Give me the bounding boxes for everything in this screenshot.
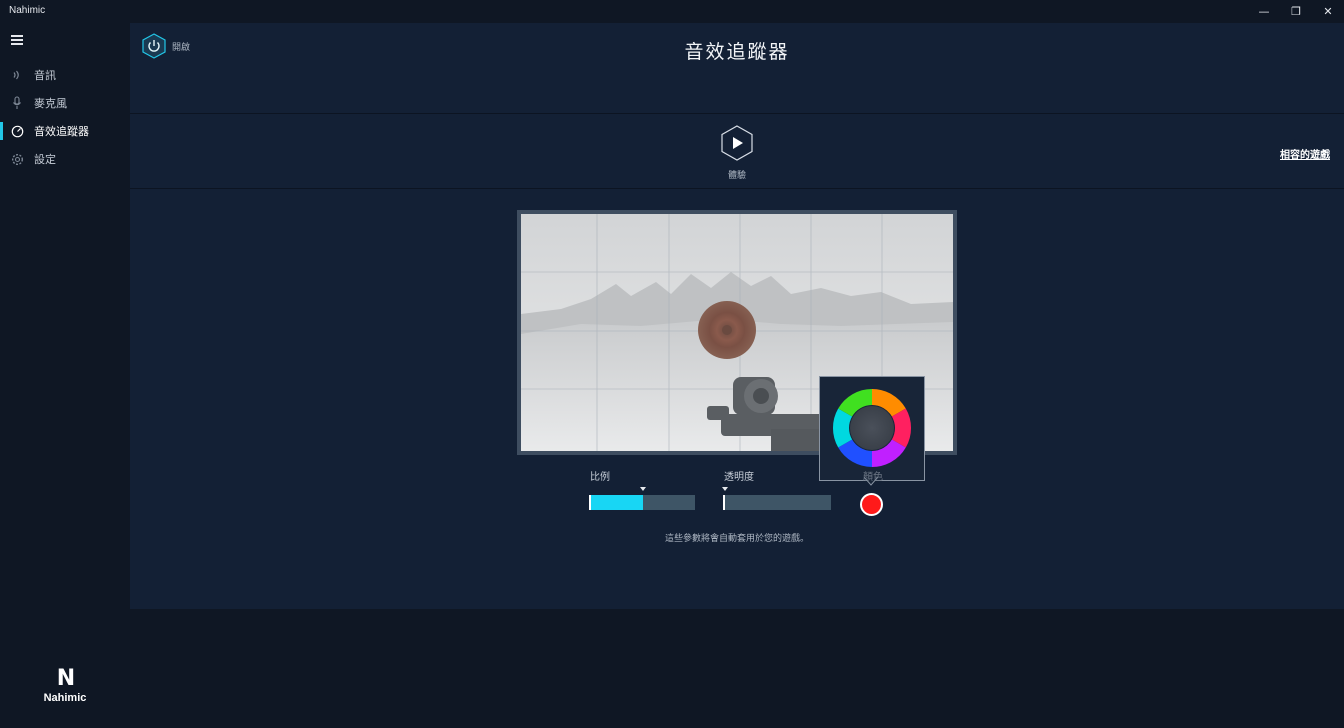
restore-icon: ❐	[1291, 5, 1301, 18]
sidebar: 音訊 麥克風 音效追蹤器 設定 N Nahimic	[0, 23, 129, 728]
sidebar-item-sound-tracker[interactable]: 音效追蹤器	[0, 119, 129, 143]
close-button[interactable]: ✕	[1311, 0, 1344, 23]
sidebar-item-label: 麥克風	[34, 97, 67, 110]
title-bar: Nahimic — ❐ ✕	[0, 0, 1344, 23]
bottom-area	[130, 609, 1344, 728]
sidebar-item-label: 音訊	[34, 69, 56, 82]
logo-mark: N	[56, 666, 75, 691]
auto-apply-note: 這些參數將會自動套用於您的遊戲。	[664, 534, 809, 544]
speaker-icon	[10, 68, 24, 82]
sidebar-item-settings[interactable]: 設定	[0, 147, 129, 171]
nahimic-logo: N Nahimic	[38, 666, 92, 705]
experience-row: 體驗 相容的遊戲	[130, 115, 1344, 189]
sidebar-item-label: 音效追蹤器	[34, 125, 89, 138]
opacity-label: 透明度	[724, 472, 754, 483]
sidebar-item-label: 設定	[34, 153, 56, 166]
header-row: 開啟 音效追蹤器	[130, 23, 1344, 114]
play-icon	[721, 125, 753, 161]
color-swatch-button[interactable]	[860, 493, 883, 516]
color-label: 顏色	[863, 472, 883, 483]
hue-ring	[832, 389, 912, 467]
opacity-slider[interactable]	[722, 487, 831, 510]
main-panel: 開啟 音效追蹤器 體驗 相容的遊戲 比例 透明度 顏色 這些參數將會自動套用於您…	[130, 23, 1344, 609]
color-wheel	[832, 389, 912, 467]
minimize-button[interactable]: —	[1247, 0, 1281, 23]
close-icon: ✕	[1323, 5, 1333, 18]
sidebar-item-microphone[interactable]: 麥克風	[0, 91, 129, 115]
opacity-slider-thumb[interactable]	[722, 487, 728, 491]
play-button[interactable]	[720, 125, 754, 161]
scale-slider-fill	[589, 495, 643, 510]
page-title: 音效追蹤器	[684, 41, 790, 63]
app-title: Nahimic	[9, 5, 46, 16]
scale-label: 比例	[590, 472, 610, 483]
minimize-icon: —	[1258, 5, 1270, 18]
logo-text: Nahimic	[43, 692, 87, 704]
restore-button[interactable]: ❐	[1279, 0, 1313, 23]
sound-tracker-icon	[10, 124, 24, 138]
microphone-icon	[10, 96, 24, 110]
scale-slider[interactable]	[589, 487, 695, 510]
color-picker-popover	[819, 376, 925, 481]
scale-slider-thumb[interactable]	[640, 487, 646, 491]
hamburger-menu-icon[interactable]	[11, 35, 23, 45]
opacity-slider-start	[723, 495, 725, 510]
sidebar-item-audio[interactable]: 音訊	[0, 63, 129, 87]
gear-icon	[10, 152, 24, 166]
play-label: 體驗	[727, 171, 746, 181]
compatible-games-link[interactable]: 相容的遊戲	[1280, 146, 1330, 161]
scale-slider-start	[589, 495, 591, 510]
